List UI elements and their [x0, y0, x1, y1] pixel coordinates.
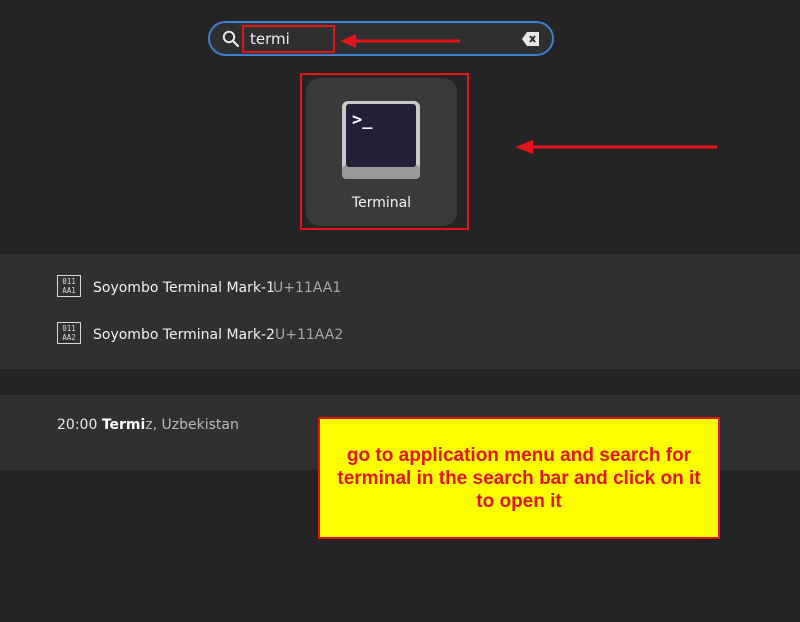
character-glyph-icon: 011 AA1: [57, 275, 81, 301]
character-code: U+11AA2: [275, 327, 344, 343]
search-icon: [222, 30, 240, 52]
character-code: U+11AA1: [273, 280, 342, 296]
svg-text:AA1: AA1: [62, 286, 76, 295]
character-name: Soyombo Terminal Mark-1: [93, 280, 275, 296]
characters-results: 011 AA1 Soyombo Terminal Mark-1 U+11AA1 …: [0, 254, 800, 369]
instruction-callout: go to application menu and search for te…: [318, 417, 720, 539]
character-name: Soyombo Terminal Mark-2: [93, 327, 275, 343]
clock-city-rest: z, Uzbekistan: [145, 417, 239, 433]
character-result[interactable]: 011 AA1 Soyombo Terminal Mark-1 U+11AA1: [0, 268, 800, 308]
svg-text:011: 011: [62, 277, 76, 286]
app-result-highlight: [300, 73, 469, 230]
clock-time: 20:00: [57, 417, 98, 433]
search-text-highlight: [242, 25, 335, 53]
clock-city-match: Termi: [101, 417, 146, 433]
annotation-arrow-app: [515, 140, 717, 154]
clock-city: Termiz, Uzbekistan: [102, 417, 239, 433]
svg-text:011: 011: [62, 324, 76, 333]
character-result[interactable]: 011 AA2 Soyombo Terminal Mark-2 U+11AA2: [0, 315, 800, 355]
svg-text:AA2: AA2: [62, 333, 76, 342]
clock-result[interactable]: 20:00 Termiz, Uzbekistan: [57, 417, 239, 433]
character-glyph-icon: 011 AA2: [57, 322, 81, 348]
annotation-arrow-search: [340, 34, 460, 48]
clear-search-icon[interactable]: [522, 31, 540, 50]
